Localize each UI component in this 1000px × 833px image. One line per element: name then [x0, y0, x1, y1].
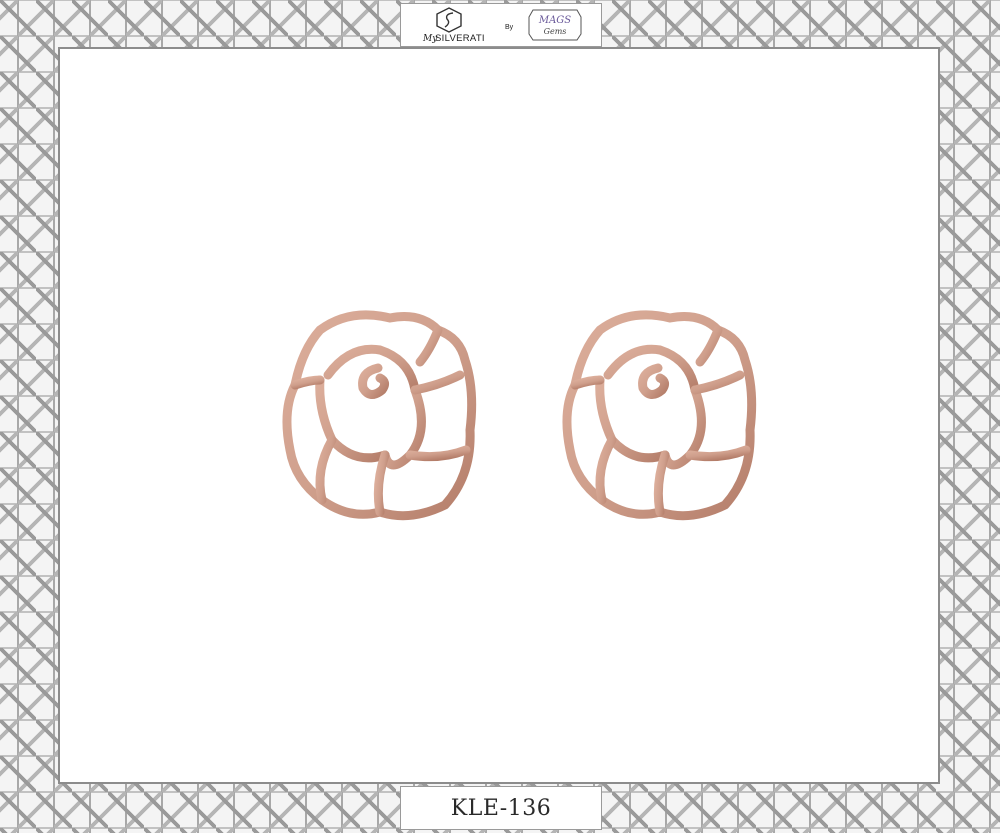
product-code: KLE-136: [450, 795, 552, 821]
brand-logo: My SILVERATI By MAGS Gems: [422, 7, 582, 44]
product-code-box: KLE-136: [400, 786, 602, 830]
brand-name: SILVERATI: [435, 33, 485, 44]
partner-line1: MAGS: [538, 15, 571, 26]
partner-line2: Gems: [544, 27, 567, 36]
left-rose-earring: [282, 310, 477, 521]
brand-logo-box: My SILVERATI By MAGS Gems: [400, 3, 602, 47]
rose-earrings-image: [282, 310, 757, 521]
decorative-frame: My SILVERATI By MAGS Gems KLE-136: [0, 0, 1000, 833]
silverati-emblem-icon: [436, 7, 462, 33]
right-rose-earring: [562, 310, 757, 521]
by-label: By: [505, 24, 514, 31]
partner-badge: MAGS Gems: [528, 9, 582, 41]
